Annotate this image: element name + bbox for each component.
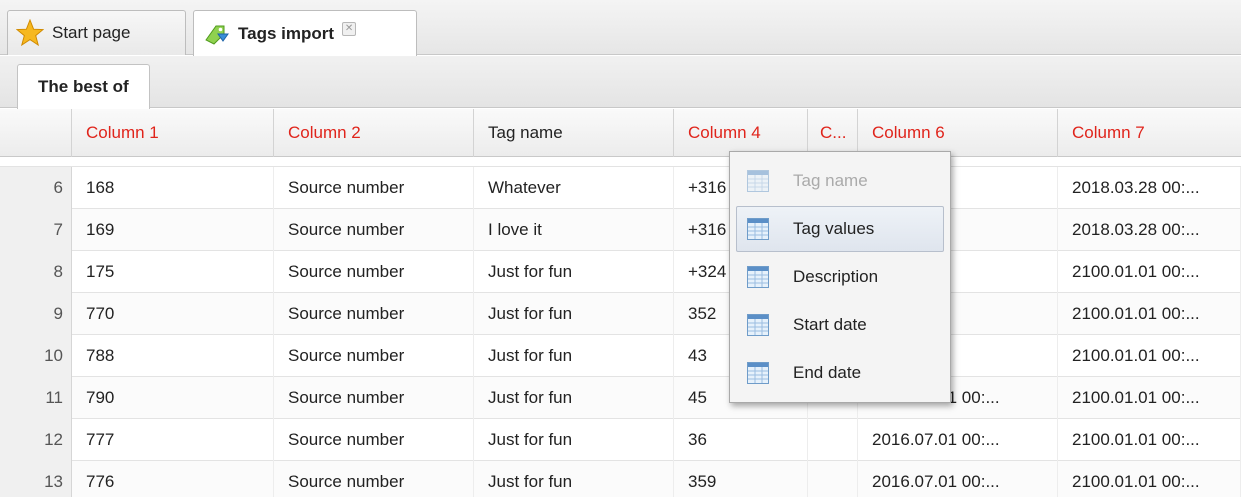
- row-number-cell[interactable]: 10: [0, 335, 72, 377]
- table-cell[interactable]: Source number: [274, 461, 474, 497]
- table-cell[interactable]: Source number: [274, 419, 474, 461]
- table-cell[interactable]: 2100.01.01 00:...: [1058, 377, 1241, 419]
- row-number-cell[interactable]: 6: [0, 167, 72, 209]
- header-row-number: [0, 109, 72, 157]
- header-column-2[interactable]: Column 2: [274, 109, 474, 157]
- tab-start-page[interactable]: Start page: [7, 10, 186, 55]
- table-cell[interactable]: Source number: [274, 335, 474, 377]
- row-number-cell[interactable]: 11: [0, 377, 72, 419]
- table-cell[interactable]: 790: [72, 377, 274, 419]
- table-cell[interactable]: Source number: [274, 377, 474, 419]
- table-cell[interactable]: 2100.01.01 00:...: [1058, 293, 1241, 335]
- column-icon: [747, 218, 769, 240]
- table-cell[interactable]: Just for fun: [474, 419, 674, 461]
- close-tab-icon[interactable]: ✕: [342, 21, 357, 36]
- table-cell[interactable]: 777: [72, 419, 274, 461]
- table-cell[interactable]: Source number: [274, 251, 474, 293]
- menu-item-end-date[interactable]: End date: [736, 350, 944, 396]
- sub-tab-strip: The best of: [0, 56, 1241, 109]
- grid-header: Column 1 Column 2 Tag name Column 4 C...…: [0, 109, 1241, 157]
- table-row[interactable]: 7169Source numberI love it+316.01 00:...…: [0, 209, 1241, 251]
- table-cell[interactable]: 770: [72, 293, 274, 335]
- header-column-5[interactable]: C...: [808, 109, 858, 157]
- table-cell[interactable]: 175: [72, 251, 274, 293]
- table-cell[interactable]: 2018.03.28 00:...: [1058, 209, 1241, 251]
- table-cell[interactable]: I love it: [474, 209, 674, 251]
- column-icon: [747, 314, 769, 336]
- table-cell[interactable]: 2100.01.01 00:...: [1058, 335, 1241, 377]
- table-row[interactable]: 11790Source numberJust for fun452016.07.…: [0, 377, 1241, 419]
- row-number-cell[interactable]: 8: [0, 251, 72, 293]
- header-column-1[interactable]: Column 1: [72, 109, 274, 157]
- row-number-cell[interactable]: 12: [0, 419, 72, 461]
- menu-item-label: Tag values: [793, 219, 875, 238]
- table-cell[interactable]: 2018.03.28 00:...: [1058, 167, 1241, 209]
- table-cell[interactable]: Just for fun: [474, 335, 674, 377]
- menu-item-tag-values[interactable]: Tag values: [736, 206, 944, 252]
- table-row[interactable]: 8175Source numberJust for fun+324.01 00:…: [0, 251, 1241, 293]
- table-cell[interactable]: 36: [674, 419, 808, 461]
- table-cell[interactable]: Just for fun: [474, 461, 674, 497]
- tags-import-icon: [202, 20, 230, 48]
- row-number-cell[interactable]: 7: [0, 209, 72, 251]
- tab-tags-import-label: Tags import: [238, 23, 335, 43]
- table-cell[interactable]: Source number: [274, 209, 474, 251]
- table-cell[interactable]: 776: [72, 461, 274, 497]
- table-row[interactable]: 10788Source numberJust for fun43.01 00:.…: [0, 335, 1241, 377]
- tab-the-best-of[interactable]: The best of: [17, 64, 150, 109]
- header-column-4[interactable]: Column 4: [674, 109, 808, 157]
- table-cell[interactable]: 169: [72, 209, 274, 251]
- table-cell[interactable]: 788: [72, 335, 274, 377]
- tags-import-window: Start page Tags import ✕ The best of Col…: [0, 0, 1241, 497]
- menu-item-tag-name: Tag name: [736, 158, 944, 204]
- partial-row: [0, 157, 1241, 167]
- grid-rows: 6168Source numberWhatever+316.01 00:...2…: [0, 167, 1241, 497]
- header-column-6[interactable]: Column 6: [858, 109, 1058, 157]
- header-tag-name[interactable]: Tag name: [474, 109, 674, 157]
- import-grid: Column 1 Column 2 Tag name Column 4 C...…: [0, 109, 1241, 497]
- menu-item-label: Start date: [793, 315, 867, 334]
- tab-tags-import[interactable]: Tags import ✕: [193, 10, 417, 56]
- main-tab-strip: Start page Tags import ✕: [0, 0, 1241, 56]
- table-cell[interactable]: 2016.07.01 00:...: [858, 461, 1058, 497]
- table-cell[interactable]: 168: [72, 167, 274, 209]
- table-cell[interactable]: Just for fun: [474, 377, 674, 419]
- table-cell[interactable]: 359: [674, 461, 808, 497]
- column-mapping-context-menu: Tag name Tag values Description Start date E…: [729, 151, 951, 403]
- header-column-7[interactable]: Column 7: [1058, 109, 1241, 157]
- table-cell[interactable]: Just for fun: [474, 293, 674, 335]
- star-icon: [16, 19, 44, 47]
- table-cell[interactable]: [808, 461, 858, 497]
- table-cell[interactable]: 2016.07.01 00:...: [858, 419, 1058, 461]
- menu-item-description[interactable]: Description: [736, 254, 944, 300]
- table-row[interactable]: 12 777 Source number Just for fun 36 2016.07.…: [0, 419, 1241, 461]
- table-cell[interactable]: 2100.01.01 00:...: [1058, 251, 1241, 293]
- menu-item-label: Tag name: [793, 171, 868, 190]
- table-row[interactable]: 13 776 Source number Just for fun 359 2016.07…: [0, 461, 1241, 497]
- menu-item-label: Description: [793, 267, 879, 286]
- row-number-cell[interactable]: 9: [0, 293, 72, 335]
- column-icon: [747, 170, 769, 192]
- table-cell[interactable]: Source number: [274, 167, 474, 209]
- column-icon: [747, 266, 769, 288]
- table-cell[interactable]: [808, 419, 858, 461]
- table-cell[interactable]: 2100.01.01 00:...: [1058, 419, 1241, 461]
- row-number-cell[interactable]: 13: [0, 461, 72, 497]
- table-cell[interactable]: 2100.01.01 00:...: [1058, 461, 1241, 497]
- table-row[interactable]: 6168Source numberWhatever+316.01 00:...2…: [0, 167, 1241, 209]
- menu-item-start-date[interactable]: Start date: [736, 302, 944, 348]
- column-icon: [747, 362, 769, 384]
- table-cell[interactable]: Whatever: [474, 167, 674, 209]
- menu-item-label: End date: [793, 363, 862, 382]
- table-cell[interactable]: Source number: [274, 293, 474, 335]
- table-row[interactable]: 9770Source numberJust for fun352.01 00:.…: [0, 293, 1241, 335]
- table-cell[interactable]: Just for fun: [474, 251, 674, 293]
- tab-start-page-label: Start page: [52, 23, 131, 42]
